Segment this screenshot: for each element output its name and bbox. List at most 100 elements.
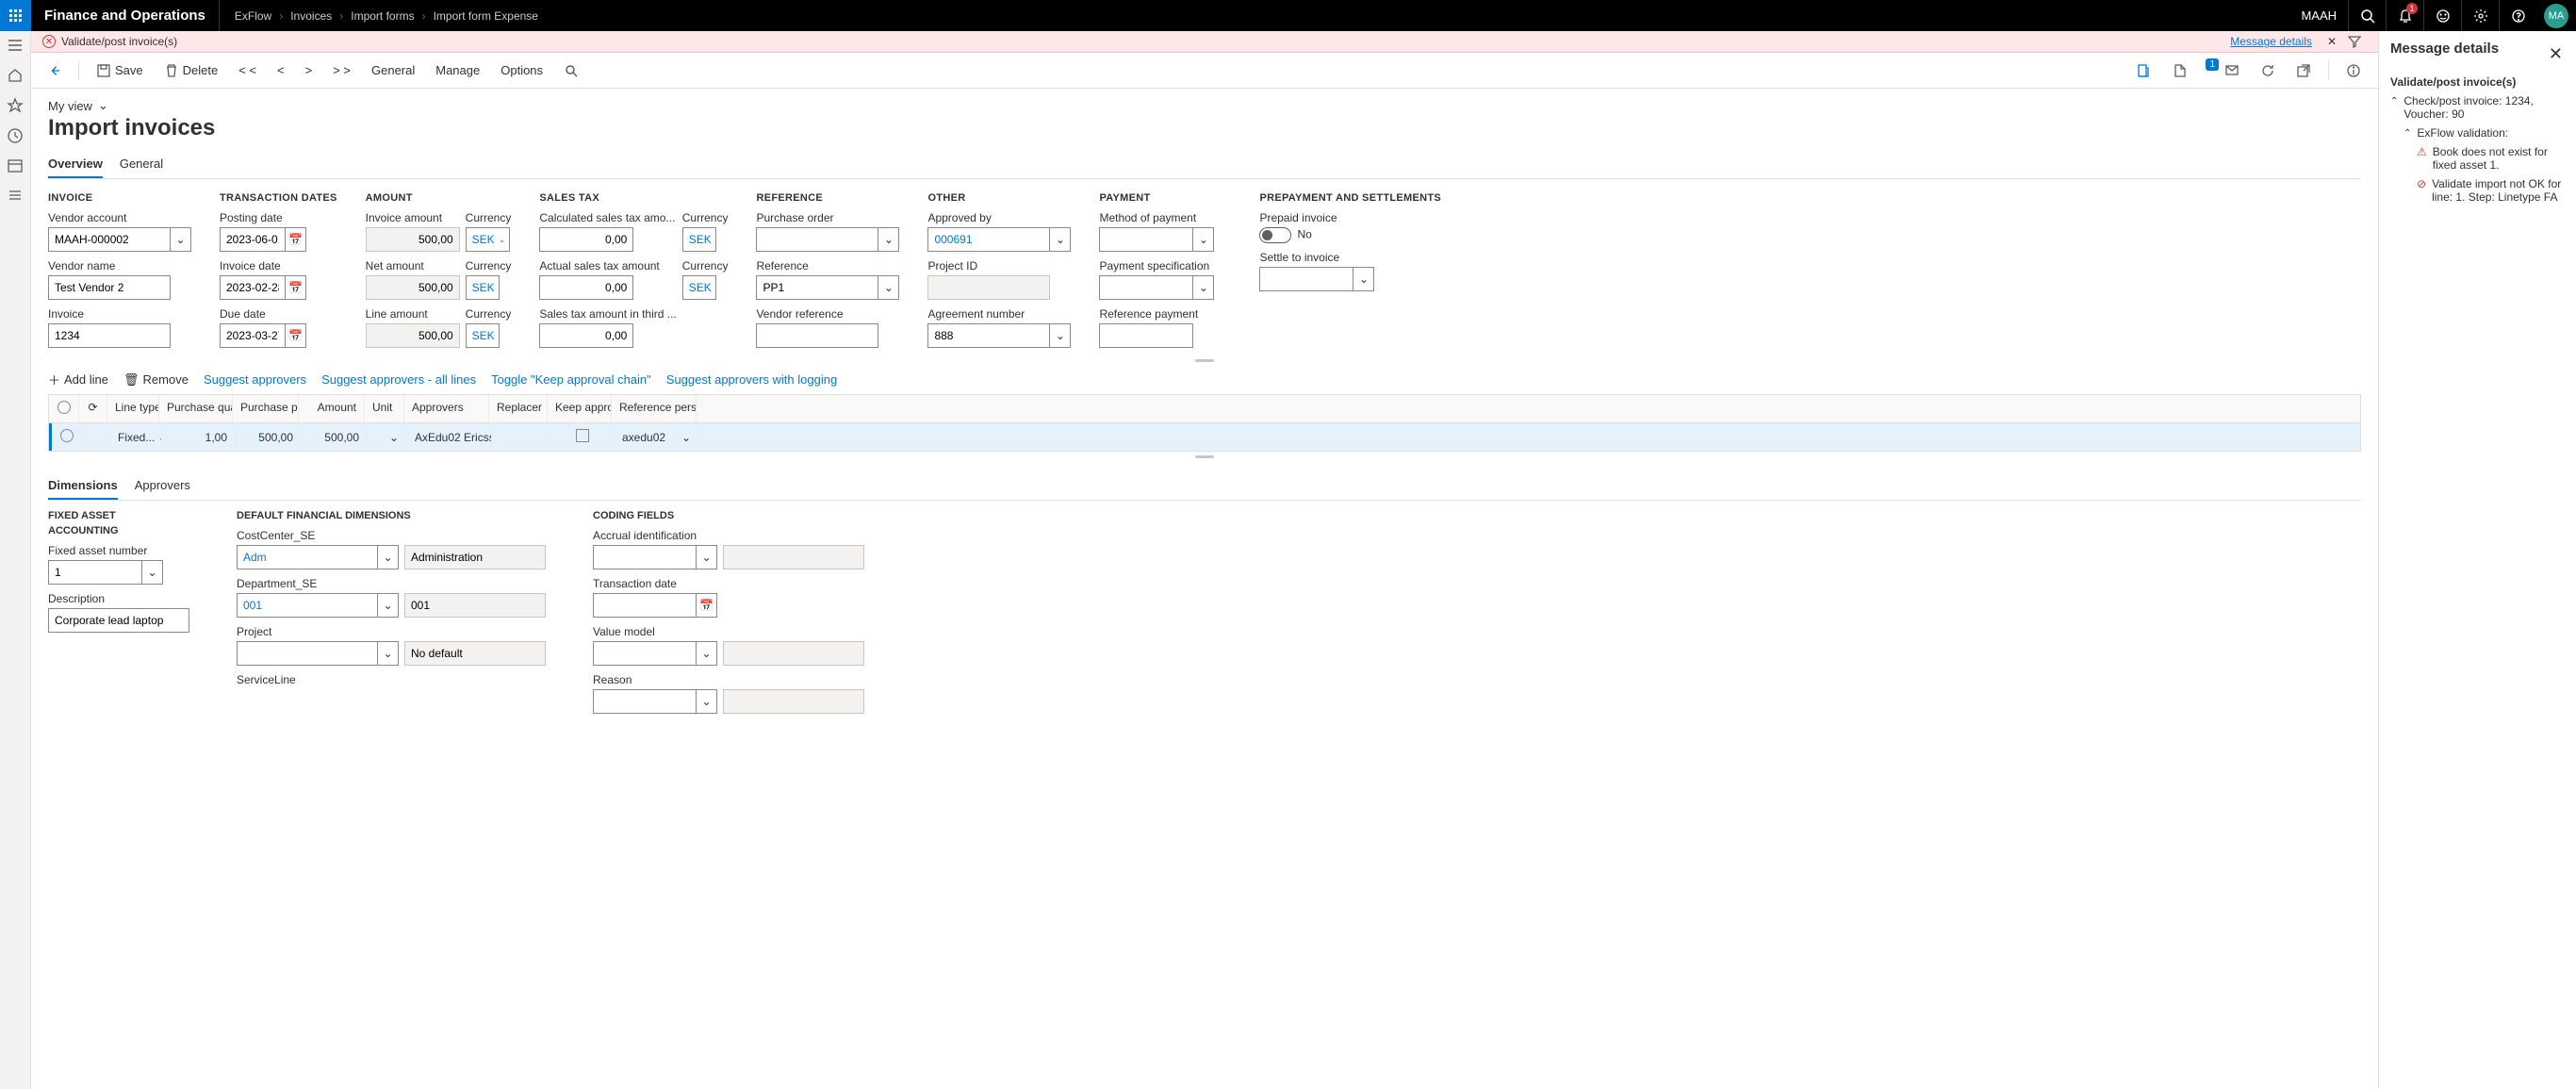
costcenter-input[interactable] — [237, 545, 378, 569]
vendor-account-input[interactable] — [48, 227, 171, 252]
refresh-icon[interactable]: ⟳ — [88, 401, 97, 414]
action-search-icon[interactable] — [556, 59, 586, 82]
chevron-down-icon[interactable]: ⌄ — [681, 431, 691, 444]
tab-general-page[interactable]: General — [120, 151, 163, 178]
suggest-approvers-logging-button[interactable]: Suggest approvers with logging — [666, 372, 837, 387]
breadcrumb-item[interactable]: Invoices — [290, 9, 332, 23]
invoice-date-input[interactable] — [220, 275, 286, 300]
refresh-icon[interactable] — [2253, 59, 2283, 82]
breadcrumb-item[interactable]: Import form Expense — [434, 9, 538, 23]
chevron-down-icon[interactable]: ⌄ — [389, 431, 399, 444]
app-launcher[interactable] — [0, 0, 31, 31]
reason-input[interactable] — [593, 689, 697, 714]
table-row[interactable]: Fixed... ⌄ 1,00 500,00 500,00 ⌄ AxEdu02 … — [49, 423, 2360, 451]
vendor-name-input[interactable] — [48, 275, 171, 300]
row-select-radio[interactable] — [60, 429, 74, 442]
avatar[interactable]: MA — [2544, 4, 2568, 28]
calendar-icon[interactable]: 📅 — [697, 593, 717, 618]
reference-input[interactable] — [756, 275, 878, 300]
chevron-down-icon[interactable]: ⌄ — [378, 593, 399, 618]
chevron-down-icon[interactable]: ⌄ — [171, 227, 191, 252]
agreement-number-input[interactable] — [927, 323, 1050, 348]
col-approvers[interactable]: Approvers — [404, 395, 489, 422]
chevron-down-icon[interactable]: ⌄ — [697, 641, 717, 666]
reference-payment-input[interactable] — [1099, 323, 1193, 348]
chevron-down-icon[interactable]: ⌄ — [1050, 323, 1071, 348]
remove-line-button[interactable]: 🗑Remove — [123, 372, 189, 388]
chevron-down-icon[interactable]: ⌄ — [697, 689, 717, 714]
settle-to-invoice-input[interactable] — [1259, 267, 1354, 291]
delete-button[interactable]: Delete — [156, 59, 226, 82]
approved-by-input[interactable] — [927, 227, 1050, 252]
calendar-icon[interactable]: 📅 — [286, 275, 306, 300]
prepaid-toggle[interactable] — [1259, 227, 1291, 243]
invoice-input[interactable] — [48, 323, 171, 348]
resizer[interactable] — [48, 355, 2361, 365]
net-amount-input[interactable] — [366, 275, 460, 300]
home-icon[interactable] — [7, 67, 24, 84]
suggest-approvers-button[interactable]: Suggest approvers — [204, 372, 306, 387]
search-icon[interactable] — [2348, 0, 2386, 31]
actual-tax-input[interactable] — [539, 275, 633, 300]
chevron-down-icon[interactable]: ⌄ — [878, 227, 899, 252]
office-icon[interactable] — [2164, 59, 2194, 82]
purchase-order-input[interactable] — [756, 227, 878, 252]
tab-manage[interactable]: Manage — [428, 59, 487, 81]
hamburger-icon[interactable] — [7, 37, 24, 54]
help-icon[interactable] — [2499, 0, 2536, 31]
tab-general[interactable]: General — [364, 59, 422, 81]
nav-first-button[interactable]: < < — [231, 59, 264, 81]
invoice-amount-input[interactable] — [366, 227, 460, 252]
line-amount-input[interactable] — [366, 323, 460, 348]
suggest-approvers-all-button[interactable]: Suggest approvers - all lines — [321, 372, 476, 387]
tab-options[interactable]: Options — [493, 59, 550, 81]
calendar-icon[interactable]: 📅 — [286, 227, 306, 252]
value-model-input[interactable] — [593, 641, 697, 666]
currency-select[interactable]: SEK — [682, 227, 716, 252]
accrual-input[interactable] — [593, 545, 697, 569]
transaction-date-input[interactable] — [593, 593, 697, 618]
col-purchase-price[interactable]: Purchase price — [233, 395, 299, 422]
chevron-down-icon[interactable]: ⌄ — [697, 545, 717, 569]
toggle-keep-approval-button[interactable]: Toggle "Keep approval chain" — [491, 372, 651, 387]
nav-prev-button[interactable]: < — [270, 59, 292, 81]
attachments-icon[interactable] — [2128, 59, 2158, 82]
due-date-input[interactable] — [220, 323, 286, 348]
col-line-type[interactable]: Line type — [107, 395, 159, 422]
chevron-down-icon[interactable]: ⌄ — [878, 275, 899, 300]
message-node[interactable]: ⌃ExFlow validation: — [2390, 126, 2565, 140]
col-replacer[interactable]: Replacer — [489, 395, 548, 422]
fixed-asset-number-input[interactable] — [48, 560, 142, 585]
tab-overview[interactable]: Overview — [48, 151, 103, 178]
resizer[interactable] — [48, 452, 2361, 461]
select-all-radio[interactable] — [57, 401, 71, 414]
department-input[interactable] — [237, 593, 378, 618]
description-input[interactable] — [48, 608, 189, 633]
tab-approvers[interactable]: Approvers — [135, 472, 190, 500]
col-purchase-quantity[interactable]: Purchase quan... — [159, 395, 233, 422]
project-id-input[interactable] — [927, 275, 1050, 300]
col-keep-approval[interactable]: Keep approval ... — [548, 395, 612, 422]
vendor-reference-input[interactable] — [756, 323, 878, 348]
nav-last-button[interactable]: > > — [325, 59, 358, 81]
add-line-button[interactable]: ＋Add line — [48, 371, 108, 388]
third-tax-input[interactable] — [539, 323, 633, 348]
popout-icon[interactable] — [2289, 59, 2319, 82]
message-details-link[interactable]: Message details — [2230, 35, 2312, 48]
project-input[interactable] — [237, 641, 378, 666]
chevron-down-icon[interactable]: ⌄ — [1354, 267, 1374, 291]
posting-date-input[interactable] — [220, 227, 286, 252]
messages-icon[interactable]: 1 — [2200, 59, 2247, 82]
col-reference-person[interactable]: Reference person — [612, 395, 697, 422]
col-unit[interactable]: Unit — [365, 395, 404, 422]
col-amount[interactable]: Amount — [299, 395, 365, 422]
chevron-down-icon[interactable]: ⌄ — [1050, 227, 1071, 252]
notifications-icon[interactable]: 1 — [2386, 0, 2423, 31]
breadcrumb-item[interactable]: ExFlow — [235, 9, 271, 23]
chevron-down-icon[interactable]: ⌄ — [1193, 275, 1214, 300]
chevron-down-icon[interactable]: ⌄ — [142, 560, 163, 585]
currency-select[interactable]: SEK — [682, 275, 716, 300]
close-icon[interactable]: ✕ — [2547, 43, 2565, 64]
recent-icon[interactable] — [7, 127, 24, 144]
keep-approval-checkbox[interactable] — [576, 429, 589, 442]
